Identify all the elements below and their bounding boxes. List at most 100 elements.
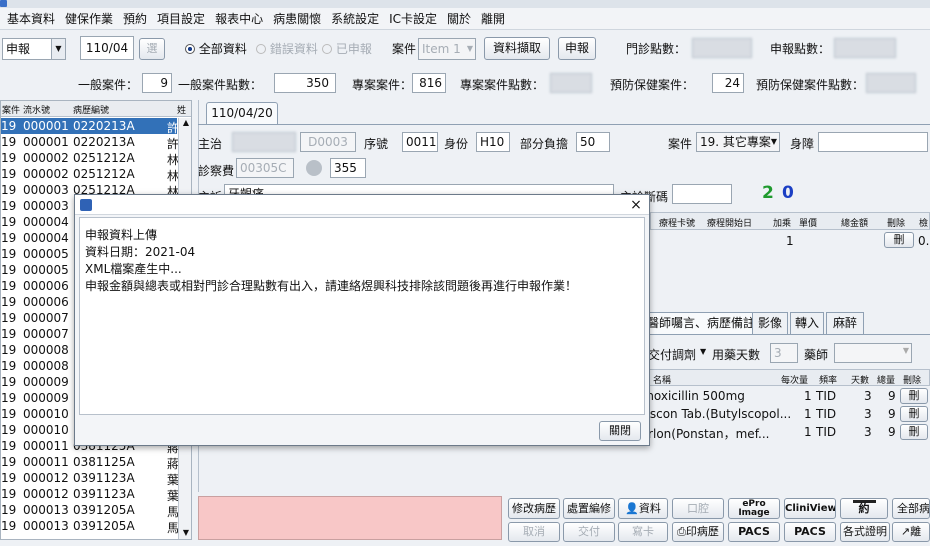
doctor-code[interactable]: D0003 — [300, 132, 356, 152]
list-row[interactable]: 19 000002 0251212A 林 — [1, 166, 179, 183]
radio-error-label: 錯誤資料 — [269, 42, 318, 56]
menu-item-2[interactable]: 預約 — [118, 10, 152, 27]
all-cases-button[interactable]: 全部病 — [892, 498, 930, 519]
scroll-up-icon[interactable]: ▲ — [180, 118, 191, 130]
list-row[interactable]: 19 000013 0391205A 馬 — [1, 518, 179, 535]
cliniview-button[interactable]: CliniView — [784, 498, 836, 519]
mode-select[interactable]: 申報 ▼ — [2, 38, 66, 60]
tab-image[interactable]: 影像 — [752, 312, 788, 334]
col-name[interactable]: 姓 — [177, 103, 186, 116]
menu-item-5[interactable]: 病患關懷 — [268, 10, 326, 27]
close-icon[interactable]: × — [627, 196, 645, 214]
cell-serial: 000012 — [23, 471, 69, 485]
cell-case: 19 — [1, 391, 17, 405]
dialog-line-2: 資料日期：2021-04 — [85, 245, 196, 259]
pacs-button-2[interactable]: PACS — [784, 522, 836, 542]
clear-icon[interactable] — [306, 160, 322, 176]
oral-button[interactable]: 口腔 — [672, 498, 724, 519]
list-row[interactable]: 19 000012 0391123A 葉 — [1, 486, 179, 503]
list-row[interactable]: 19 000001 0220213A 許 — [1, 134, 179, 151]
list-row[interactable]: 19 000012 0391123A 葉 — [1, 470, 179, 487]
disability-field[interactable] — [818, 132, 928, 152]
appointment-button[interactable]: 約 — [840, 498, 888, 519]
cell-chart: 0220213A — [73, 119, 135, 133]
identity-field[interactable]: H10 — [476, 132, 510, 152]
cell-serial: 000003 — [23, 183, 69, 197]
cell-serial: 000001 — [23, 119, 69, 133]
edit-record-button[interactable]: 修改病歷 — [508, 498, 560, 519]
deliver-button[interactable]: 交付 — [563, 522, 615, 542]
write-card-button[interactable]: 寫卡 — [618, 522, 668, 542]
list-row[interactable]: 19 000013 0391205A 馬 — [1, 502, 179, 519]
tab-doctor-notes[interactable]: 醫師囑言、病歷備註 — [644, 312, 758, 334]
date-tab[interactable]: 110/04/20 — [206, 102, 278, 124]
col-chart[interactable]: 病歷編號 — [73, 103, 109, 116]
case-select[interactable]: Item 1 ▼ — [418, 38, 476, 60]
treat-delete-button[interactable]: 刪 — [884, 232, 914, 248]
menu-item-9[interactable]: 離開 — [476, 10, 510, 27]
menu-item-0[interactable]: 基本資料 — [2, 10, 60, 27]
drug-cell-total: 9 — [888, 407, 896, 421]
doctor-label: 主治 — [198, 137, 223, 151]
case-select-detail[interactable]: 19. 其它專案 ▼ — [696, 132, 780, 152]
edit-order-button[interactable]: 處置編修 — [563, 498, 615, 519]
menu-item-4[interactable]: 報表中心 — [210, 10, 268, 27]
drug-row[interactable]: Amoxicillin 500mg 1 TID 3 9 刪 — [644, 387, 930, 405]
case-label: 案件 — [392, 42, 417, 56]
radio-all[interactable]: 全部資料 — [185, 40, 247, 57]
list-row[interactable]: 19 000001 0220213A 許 — [1, 118, 179, 135]
cell-case: 19 — [1, 231, 17, 245]
chevron-down-icon: ▼ — [770, 137, 777, 146]
days-spinner[interactable]: 3 — [770, 343, 798, 363]
tab-transfer[interactable]: 轉入 — [790, 312, 824, 334]
seq-field[interactable]: 0011 — [402, 132, 438, 152]
list-row[interactable]: 19 000011 0381125A 蔣 — [1, 454, 179, 471]
pharmacist-select[interactable]: ▼ — [834, 343, 912, 363]
consult-value[interactable]: 355 — [330, 158, 366, 178]
info-button[interactable]: 👤資料 — [618, 498, 668, 519]
list-row[interactable]: 19 000002 0251212A 林 — [1, 150, 179, 167]
certificate-button[interactable]: 各式證明 — [840, 522, 890, 542]
epro-image-button[interactable]: ePro Image — [728, 498, 780, 519]
drug-delete-button[interactable]: 刪 — [900, 388, 928, 404]
menu-item-8[interactable]: 關於 — [442, 10, 476, 27]
menu-item-3[interactable]: 項目設定 — [152, 10, 210, 27]
dialog-titlebar: × — [75, 195, 649, 215]
menu-item-6[interactable]: 系統設定 — [326, 10, 384, 27]
drug-row[interactable]: Parlon(Ponstan，mef... 1 TID 3 9 刪 — [644, 423, 930, 441]
tab-anesthesia[interactable]: 麻醉 — [826, 312, 864, 334]
general-points-field: 350 — [274, 73, 336, 93]
consult-code[interactable]: 00305C — [236, 158, 294, 178]
days-label: 用藥天數 — [712, 348, 761, 362]
declare-button[interactable]: 申報 — [558, 37, 596, 60]
pacs-button-1[interactable]: PACS — [728, 522, 780, 542]
dialog-close-button[interactable]: 關閉 — [599, 421, 641, 441]
drug-row[interactable]: Buscon Tab.(Butylscopol... 1 TID 3 9 刪 — [644, 405, 930, 423]
dialog-line-1: 申報資料上傳 — [85, 228, 158, 242]
cell-case: 19 — [1, 151, 17, 165]
radio-all-label: 全部資料 — [198, 42, 247, 56]
fetch-data-button[interactable]: 資料擷取 — [484, 37, 550, 60]
menu-item-7[interactable]: IC卡設定 — [384, 10, 442, 27]
drug-delete-button[interactable]: 刪 — [900, 424, 928, 440]
scroll-down-icon[interactable]: ▼ — [180, 528, 191, 539]
cell-serial: 000013 — [23, 503, 69, 517]
col-qty: 總量 — [877, 376, 896, 386]
col-serial[interactable]: 流水號 — [23, 103, 50, 116]
printer-icon: ⎙ — [677, 525, 686, 538]
col-case[interactable]: 案件 — [2, 103, 20, 116]
radio-icon — [256, 44, 266, 54]
print-record-button[interactable]: ⎙印病歷 — [672, 522, 724, 542]
chevron-down-icon[interactable]: ▼ — [700, 347, 706, 356]
radio-error[interactable]: 錯誤資料 — [256, 40, 318, 57]
cell-chart: 0251212A — [73, 151, 135, 165]
diag-field[interactable] — [672, 184, 732, 204]
copay-field[interactable]: 50 — [576, 132, 610, 152]
leave-button[interactable]: ↗離 — [892, 522, 930, 542]
pick-button[interactable]: 選 — [139, 38, 165, 60]
radio-declared[interactable]: 已申報 — [322, 40, 372, 57]
cancel-button[interactable]: 取消 — [508, 522, 560, 542]
drug-delete-button[interactable]: 刪 — [900, 406, 928, 422]
period-field[interactable]: 110/04 — [80, 36, 134, 60]
menu-item-1[interactable]: 健保作業 — [60, 10, 118, 27]
